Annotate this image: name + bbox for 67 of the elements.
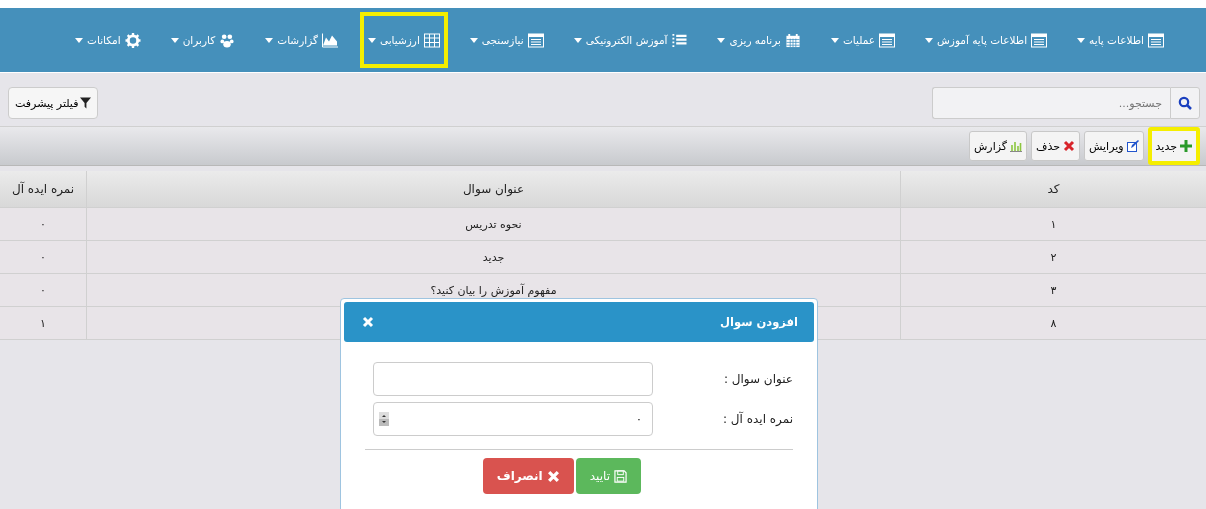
menu-item[interactable]: گزارشات xyxy=(257,12,346,68)
bar-chart-icon xyxy=(1010,140,1022,152)
plus-icon xyxy=(1180,140,1192,152)
close-icon xyxy=(1063,140,1075,152)
table-cell: نحوه تدریس xyxy=(86,208,900,240)
input-field[interactable]: ۰ xyxy=(373,402,653,436)
menu-item[interactable]: ارزشیابی xyxy=(359,12,448,68)
table-cell-text: ۰ xyxy=(39,216,47,233)
field-label: عنوان سوال : xyxy=(722,372,793,386)
spinner-icon[interactable] xyxy=(379,412,389,426)
table-cell: جدید xyxy=(86,241,900,273)
close-icon xyxy=(546,469,560,483)
menu-item[interactable]: اطلاعات پایه xyxy=(1069,12,1172,68)
input-field[interactable] xyxy=(373,362,653,396)
table-cell: ۸ xyxy=(900,307,1206,339)
filter-icon xyxy=(80,97,92,109)
toolbar-button[interactable]: حذف xyxy=(1031,131,1080,161)
caret-icon xyxy=(830,37,839,43)
caret-icon xyxy=(75,37,84,43)
menu-item[interactable]: امکانات xyxy=(67,12,149,68)
calendar-icon xyxy=(784,32,801,48)
table-cell: ۳ xyxy=(900,274,1206,306)
list-icon xyxy=(879,32,895,48)
menu-item[interactable]: آموزش الکترونیکی xyxy=(565,12,696,68)
users-icon xyxy=(219,32,236,48)
table-cell-text: ۱ xyxy=(39,315,47,332)
menu-item[interactable]: نیازسنجی xyxy=(461,12,552,68)
list-icon xyxy=(527,32,544,48)
caret-icon xyxy=(170,37,179,43)
dialog-title: افزودن سوال xyxy=(720,315,798,329)
caret-icon xyxy=(1077,37,1086,43)
menu-item[interactable]: کاربران xyxy=(162,12,244,68)
column-header: عنوان سوال xyxy=(86,171,900,207)
close-icon[interactable] xyxy=(362,316,374,328)
cancel-button[interactable]: انصراف xyxy=(482,458,574,494)
table-cell-text: ۰ xyxy=(39,282,47,299)
toolbar-button[interactable]: گزارش xyxy=(968,131,1027,161)
toolbar-button[interactable]: جدید xyxy=(1147,127,1200,165)
column-header: کد xyxy=(900,171,1206,207)
menu-item[interactable]: عملیات xyxy=(822,12,903,68)
table-cell-text: ۰ xyxy=(39,249,47,266)
field-label: نمره ایده آل : xyxy=(722,412,793,426)
caret-icon xyxy=(573,37,582,43)
table-icon xyxy=(423,32,440,48)
area-chart-icon xyxy=(321,32,338,48)
confirm-button[interactable]: تایید xyxy=(575,458,641,494)
toolbar-button[interactable]: ویرایش xyxy=(1084,131,1144,161)
settings-icon xyxy=(124,32,141,48)
menu-item[interactable]: برنامه ریزی xyxy=(709,12,809,68)
table-cell: ۲ xyxy=(900,241,1206,273)
list-icon xyxy=(1031,32,1048,48)
bars-icon xyxy=(671,32,688,48)
caret-icon xyxy=(265,37,274,43)
search-field[interactable]: جستجو... xyxy=(932,87,1170,119)
menu-item[interactable]: اطلاعات پایه آموزش xyxy=(917,12,1056,68)
search-button[interactable] xyxy=(1170,87,1200,119)
column-header: نمره ایده آل xyxy=(10,180,76,198)
caret-icon xyxy=(469,37,478,43)
pencil-icon xyxy=(1126,140,1139,152)
caret-icon xyxy=(925,37,933,43)
list-icon xyxy=(1148,32,1164,48)
search-icon xyxy=(1178,96,1192,110)
caret-icon xyxy=(717,37,726,43)
table-cell: ۱ xyxy=(900,208,1206,240)
caret-icon xyxy=(367,37,376,43)
advanced-filter-button[interactable]: فیلتر پیشرفت xyxy=(8,87,99,119)
save-icon xyxy=(614,469,627,483)
